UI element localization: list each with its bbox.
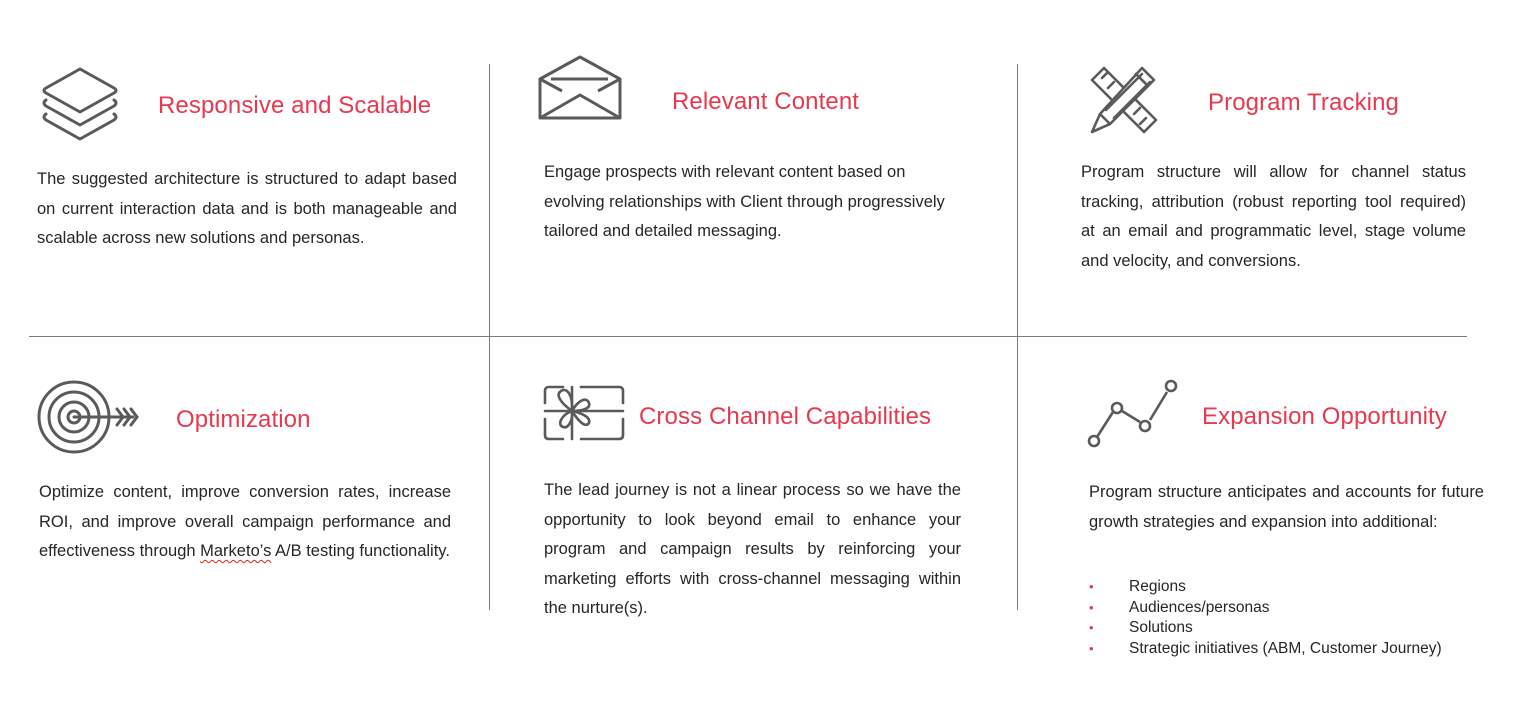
card-body: Optimize content, improve conversion rat… (39, 478, 451, 567)
card-body: The lead journey is not a linear process… (544, 481, 961, 617)
card-body: Program structure anticipates and accoun… (1089, 483, 1484, 531)
bullet-list: Regions Audiences/personas Solutions Str… (1089, 577, 1489, 659)
card-body: Engage prospects with relevant content b… (544, 163, 945, 240)
card-title: Optimization (176, 406, 311, 433)
card-title: Expansion Opportunity (1202, 403, 1447, 430)
card-title: Relevant Content (672, 88, 860, 115)
stacked-layers-icon (40, 66, 120, 144)
card-body: The suggested architecture is structured… (37, 170, 457, 247)
card-body-text: A/B testing functionality. (271, 542, 450, 560)
pencil-ruler-icon (1088, 64, 1160, 136)
list-item: Audiences/personas (1089, 598, 1489, 619)
gift-card-icon (543, 385, 625, 441)
row-divider (29, 336, 1467, 337)
card-title: Cross Channel Capabilities (639, 403, 932, 430)
card-body: Program structure will allow for channel… (1081, 163, 1466, 270)
spellcheck-flagged-word[interactable]: Marketo’s (200, 542, 271, 560)
list-item: Solutions (1089, 618, 1489, 639)
column-divider-2 (1017, 64, 1018, 610)
column-divider-1 (489, 64, 490, 610)
target-arrow-icon (37, 379, 141, 455)
list-item: Regions (1089, 577, 1489, 598)
card-title: Program Tracking (1208, 89, 1399, 116)
card-title: Responsive and Scalable (158, 92, 432, 119)
line-graph-icon (1087, 378, 1181, 450)
envelope-icon (538, 55, 622, 121)
list-item: Strategic initiatives (ABM, Customer Jou… (1089, 639, 1489, 660)
